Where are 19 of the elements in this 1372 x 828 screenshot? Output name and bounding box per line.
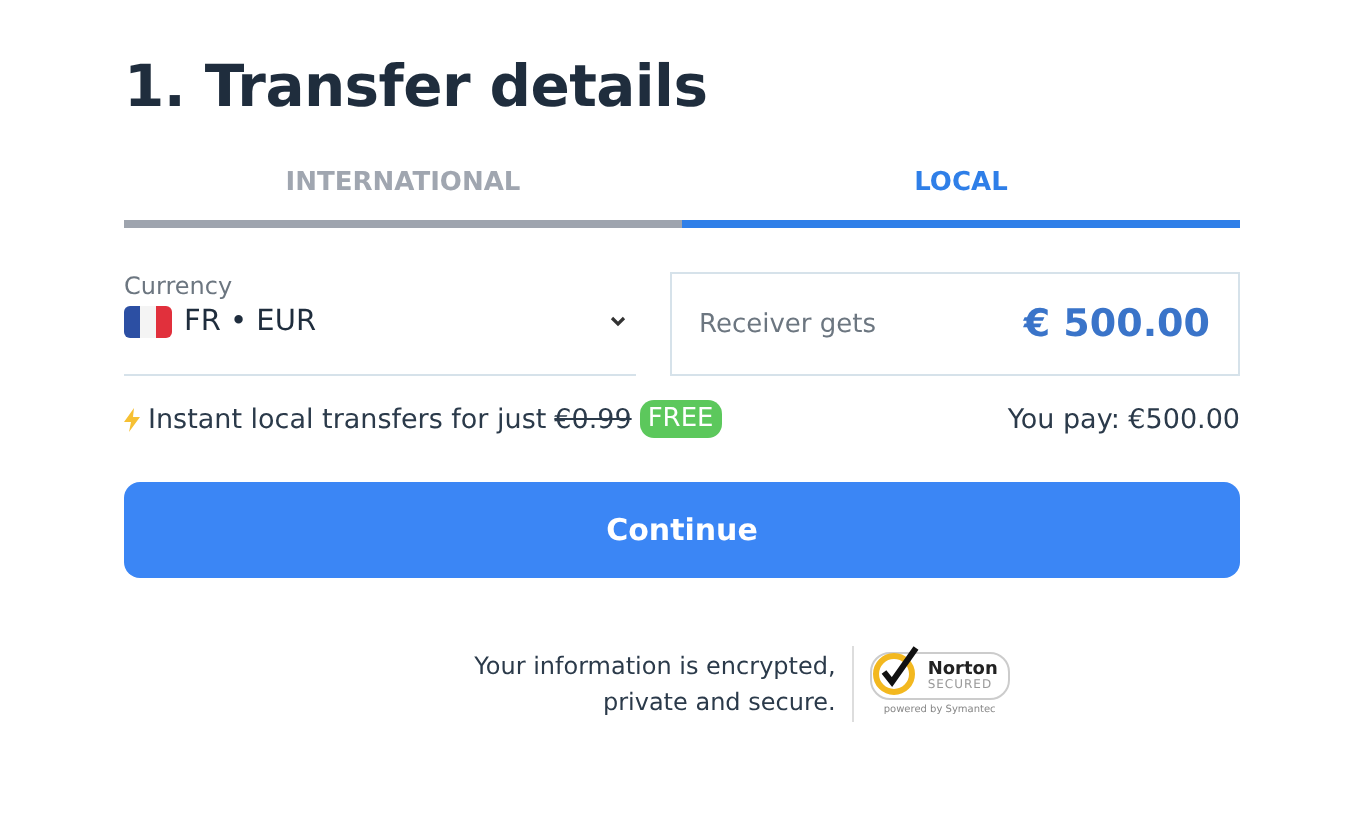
old-price: €0.99 [554, 403, 632, 435]
receiver-amount-field[interactable]: Receiver gets € 500.00 [669, 272, 1240, 376]
free-badge: FREE [639, 400, 722, 438]
currency-value: FR • EUR [184, 306, 319, 338]
you-pay-text: You pay: €500.00 [1007, 403, 1240, 435]
receiver-label: Receiver gets [699, 309, 876, 339]
tab[interactable]: INTERNATIONAL [124, 156, 682, 228]
check-icon [871, 644, 924, 696]
currency-label: Currency [124, 272, 235, 300]
chevron-down-icon [607, 314, 627, 330]
page-title: 1. Transfer details [124, 52, 710, 124]
tab[interactable]: LOCAL [682, 156, 1240, 228]
security-note: Your information is encrypted, private and secure. [474, 650, 836, 720]
continue-button[interactable]: Continue [124, 482, 1240, 578]
promo-text: Instant local transfers for just [148, 403, 547, 435]
lightning-icon [124, 407, 140, 431]
flag-icon [124, 306, 172, 338]
receiver-amount: € 500.00 [1023, 302, 1210, 346]
currency-select[interactable]: Currency FR • EUR [124, 272, 635, 376]
